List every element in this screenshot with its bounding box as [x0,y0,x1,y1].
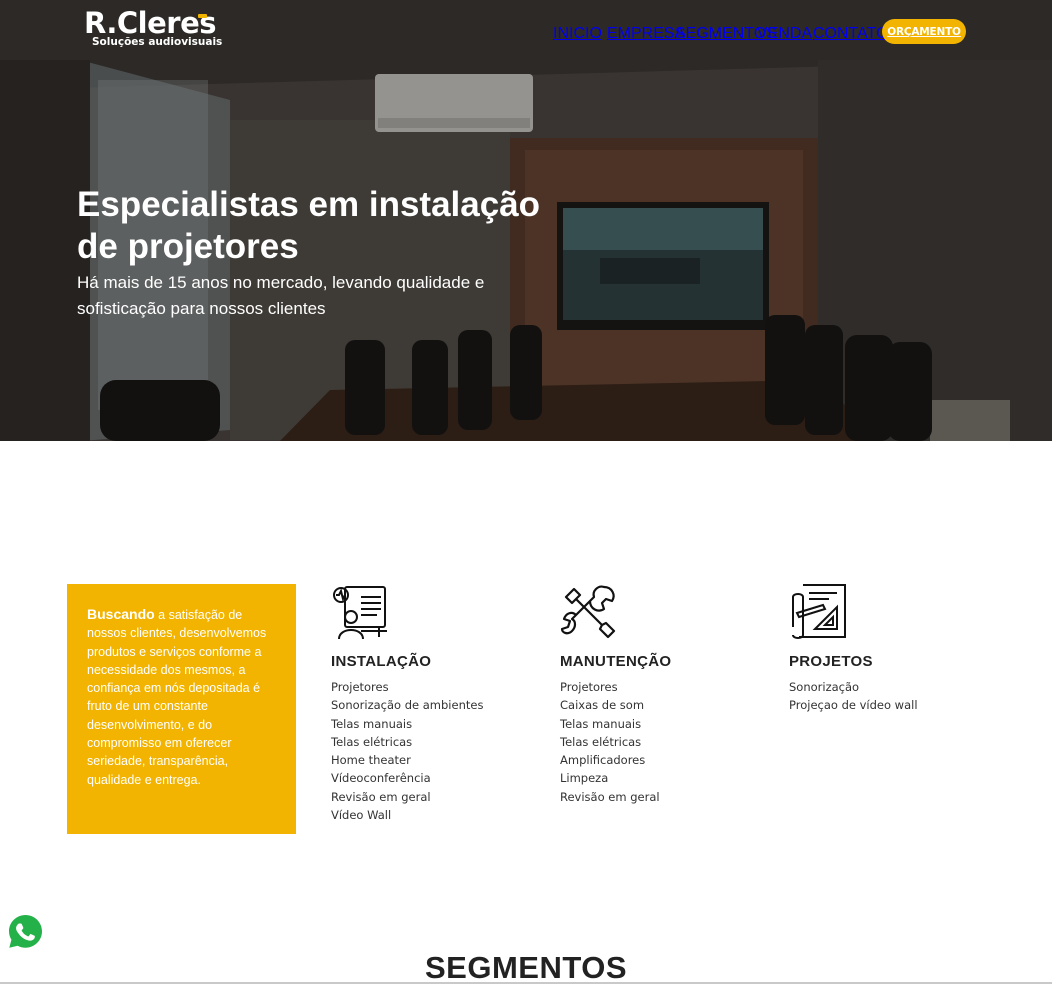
list-item: Vídeo Wall [331,808,392,823]
list-item: Vídeoconferência [331,771,431,786]
intro-box: Buscando a satisfação de nossos clientes… [67,584,296,834]
tools-icon [560,585,616,639]
nav-link-venda[interactable]: VENDA [757,25,812,43]
service-list: Projetores Sonorização de ambientes Tela… [331,678,531,824]
service-list: Projetores Caixas de som Telas manuais T… [560,678,760,806]
list-item: Sonorização de ambientes [331,698,484,713]
brand-name: R.Cleres [84,6,217,40]
intro-lead: Buscando [87,606,155,622]
orcamento-button[interactable]: ORÇAMENTO [882,19,966,44]
list-item: Telas manuais [560,716,642,731]
nav-link-contato[interactable]: CONTATO [813,25,889,43]
list-item: Caixas de som [560,698,645,713]
service-manutencao: MANUTENÇÃO Projetores Caixas de som Tela… [560,583,760,806]
service-title: PROJETOS [789,653,873,670]
list-item: Limpeza [560,771,609,786]
hero-title-line2: de projetores [77,227,299,266]
hero-title-line1: Especialistas em instalação [77,185,541,224]
hero-title: Especialistas em instalação de projetore… [77,184,637,268]
installation-icon [333,586,387,640]
list-item: Telas manuais [331,716,413,731]
top-navigation: R.Cleres Soluções audiovisuais INICIO EM… [0,0,1052,62]
brand-tagline: Soluções audiovisuais [92,36,223,48]
hero-subtitle-line2: sofisticação para nossos clientes [77,299,326,318]
list-item: Telas elétricas [560,734,642,749]
whatsapp-icon[interactable] [7,913,44,950]
nav-link-empresa[interactable]: EMPRESA [607,25,685,43]
brand-logo[interactable]: R.Cleres Soluções audiovisuais [84,8,222,47]
list-item: Revisão em geral [331,789,431,804]
service-title: INSTALAÇÃO [331,653,432,670]
list-item: Home theater [331,753,411,768]
list-item: Sonorização [789,680,860,694]
logo-accent-mark [198,14,207,18]
list-item: Amplificadores [560,753,646,768]
service-list: Sonorização Projeçao de vídeo wall [789,678,989,715]
service-title: MANUTENÇÃO [560,653,672,670]
hero-subtitle: Há mais de 15 anos no mercado, levando q… [77,270,517,322]
list-item: Projetores [331,680,389,694]
segments-heading: SEGMENTOS [424,950,628,984]
nav-link-inicio[interactable]: INICIO [553,25,602,43]
list-item: Revisão em geral [560,789,660,804]
hero-subtitle-line1: Há mais de 15 anos no mercado, levando q… [77,273,485,292]
list-item: Telas elétricas [331,734,413,749]
blueprint-icon [792,584,846,639]
list-item: Projeçao de vídeo wall [789,698,918,713]
list-item: Projetores [560,680,618,694]
service-instalacao: INSTALAÇÃO Projetores Sonorização de amb… [331,583,531,824]
intro-text: a satisfação de nossos clientes, desenvo… [87,608,267,787]
hero-banner: R.Cleres Soluções audiovisuais INICIO EM… [0,0,1052,441]
service-projetos: PROJETOS Sonorização Projeçao de vídeo w… [789,583,989,715]
